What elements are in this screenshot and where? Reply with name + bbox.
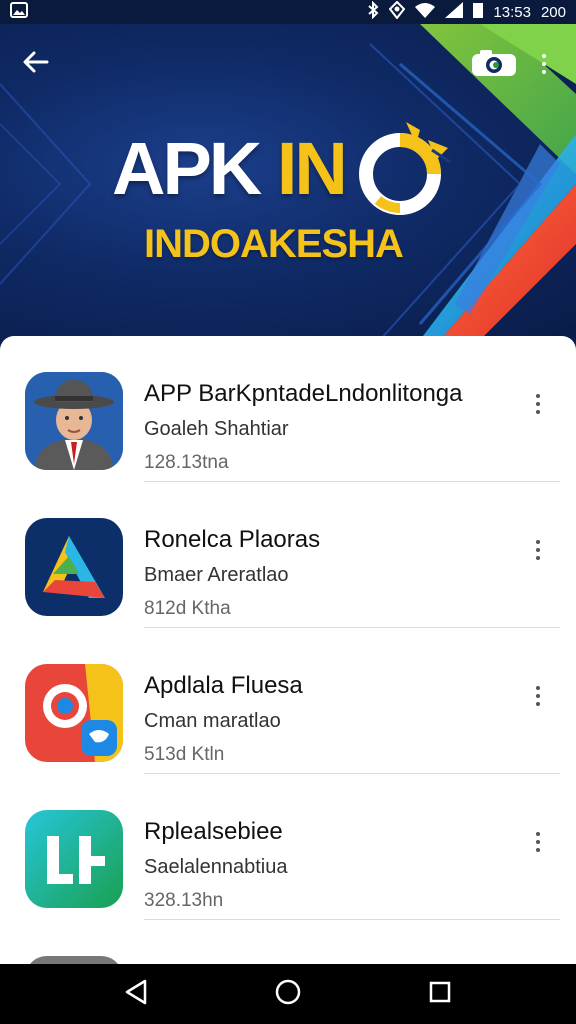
nav-bar bbox=[0, 964, 576, 1024]
battery-icon bbox=[473, 2, 484, 23]
list-item[interactable]: Rplealsebiee Saelalennabtiua 328.13hn bbox=[0, 774, 576, 920]
signal-icon bbox=[445, 1, 464, 23]
app-name: Rplealsebiee bbox=[144, 818, 283, 845]
app-name: Ronelca Plaoras bbox=[144, 526, 321, 553]
more-vert-icon[interactable] bbox=[524, 534, 552, 566]
app-name: APP BarKpntadeLndonlitonga bbox=[144, 380, 463, 407]
logo-emblem: O bbox=[358, 116, 454, 231]
status-time: 13:53 bbox=[493, 3, 531, 21]
app-size: 128.13tna bbox=[144, 452, 229, 473]
more-vert-icon bbox=[542, 54, 546, 74]
person-hat-icon bbox=[25, 372, 123, 470]
wifi-icon bbox=[415, 2, 436, 23]
logo-title-yellow: IN bbox=[276, 127, 348, 210]
status-bar: 13:53 200 bbox=[0, 0, 576, 24]
app-list: APP BarKpntadeLndonlitonga Goaleh Shahti… bbox=[0, 336, 576, 964]
image-icon bbox=[10, 1, 28, 23]
app-developer: Goaleh Shahtiar bbox=[144, 418, 289, 440]
app-size: 328.13hn bbox=[144, 890, 224, 911]
header-more-button[interactable] bbox=[530, 48, 558, 80]
logo-title-white: APK bbox=[112, 127, 277, 210]
list-item[interactable]: Apdlala Fluesa Cman maratlao 513d Ktln bbox=[0, 628, 576, 774]
app-size: 812d Ktha bbox=[144, 598, 231, 619]
app-icon-partial bbox=[25, 956, 123, 964]
header-banner: APK IN O INDOAKESHA bbox=[0, 24, 576, 340]
app-size: 513d Ktln bbox=[144, 744, 225, 765]
app-name: Apdlala Fluesa bbox=[144, 672, 303, 699]
more-vert-icon[interactable] bbox=[524, 826, 552, 858]
browser-chat-icon bbox=[25, 664, 123, 762]
app-developer: Bmaer Areratlao bbox=[144, 564, 289, 586]
home-circle-icon bbox=[274, 978, 302, 1011]
location-icon bbox=[389, 0, 406, 24]
nav-recents-button[interactable] bbox=[416, 970, 464, 1018]
back-button[interactable] bbox=[18, 46, 54, 82]
logo-title: APK IN bbox=[112, 132, 348, 206]
nav-home-button[interactable] bbox=[264, 970, 312, 1018]
letter-logo-icon bbox=[25, 810, 123, 908]
logo-subtitle: INDOAKESHA bbox=[144, 222, 404, 266]
triangle-logo-icon bbox=[25, 518, 123, 616]
status-right: 13:53 200 bbox=[367, 0, 566, 24]
list-item[interactable]: Ronelca Plaoras Bmaer Areratlao 812d Kth… bbox=[0, 482, 576, 628]
status-battery-text: 200 bbox=[540, 3, 566, 21]
list-item[interactable]: APP BarKpntadeLndonlitonga Goaleh Shahti… bbox=[0, 336, 576, 482]
back-triangle-icon bbox=[123, 978, 149, 1011]
more-vert-icon[interactable] bbox=[524, 680, 552, 712]
app-developer: Saelalennabtiua bbox=[144, 856, 288, 878]
app-developer: Cman maratlao bbox=[144, 710, 281, 732]
camera-icon bbox=[470, 50, 518, 82]
list-item-partial[interactable] bbox=[0, 920, 576, 964]
camera-button[interactable] bbox=[470, 48, 518, 80]
nav-back-button[interactable] bbox=[112, 970, 160, 1018]
back-arrow-icon bbox=[23, 51, 49, 78]
more-vert-icon[interactable] bbox=[524, 388, 552, 420]
recents-square-icon bbox=[428, 980, 452, 1009]
status-left bbox=[10, 1, 367, 23]
bluetooth-icon bbox=[367, 0, 379, 24]
